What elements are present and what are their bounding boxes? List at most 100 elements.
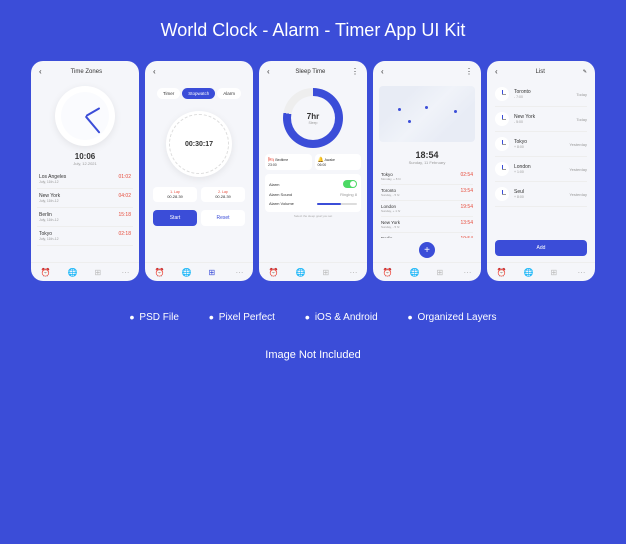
- back-icon[interactable]: ‹: [153, 67, 156, 76]
- city-list: Los AngelesJuly, 11th-1201:02 New YorkJu…: [31, 170, 139, 262]
- list-offset: + 8:00: [514, 195, 564, 199]
- current-time: 10:06: [31, 152, 139, 161]
- more-icon[interactable]: ⋮: [465, 67, 473, 76]
- stopwatch-dial: 00:30:17: [166, 111, 232, 177]
- map-pin: [454, 110, 457, 113]
- city-time: 13:54: [460, 188, 473, 197]
- nav-more-icon[interactable]: ⋯: [122, 268, 130, 276]
- page-title: World Clock - Alarm - Timer App UI Kit: [161, 20, 466, 41]
- nav-alarm-icon[interactable]: ⏰: [269, 268, 277, 276]
- nav-alarm-icon[interactable]: ⏰: [155, 268, 163, 276]
- bedtime-time: 23:00: [268, 163, 309, 167]
- current-date: July, 12.2021: [31, 161, 139, 166]
- footer-note: Image Not Included: [265, 349, 360, 361]
- nav-timer-icon[interactable]: ⊞: [323, 268, 331, 276]
- nav-more-icon[interactable]: ⋯: [578, 268, 586, 276]
- add-fab[interactable]: +: [419, 242, 435, 258]
- world-map[interactable]: [379, 86, 475, 142]
- tab-stopwatch[interactable]: Stopwatch: [182, 88, 215, 99]
- alarm-section: Alarm Alarm SoundRinging 8 Alarm Volume: [265, 174, 361, 212]
- nav-alarm-icon[interactable]: ⏰: [41, 268, 49, 276]
- start-button[interactable]: Start: [153, 210, 197, 226]
- list-item[interactable]: Toronto- 7:00Today: [495, 82, 587, 107]
- sleep-ring[interactable]: 7hr Sleep: [283, 88, 343, 148]
- world-city-row[interactable]: LondonSunday, + 1 hr19:54: [381, 201, 473, 217]
- main-date: Sunday, 11 February: [373, 160, 481, 165]
- list-item[interactable]: New York- 5:00Today: [495, 107, 587, 132]
- city-detail: Sunday, - 5 hr: [381, 225, 400, 229]
- city-row[interactable]: New YorkJuly, 11th-1204:02: [37, 189, 133, 208]
- tab-alarm[interactable]: Alarm: [217, 88, 241, 99]
- add-button[interactable]: Add: [495, 240, 587, 256]
- nav-clock-icon[interactable]: 🌐: [524, 268, 532, 276]
- mini-clock-icon: [495, 162, 509, 176]
- feature-item: PSD File: [130, 309, 179, 325]
- alarm-toggle[interactable]: [343, 180, 357, 188]
- bedtime-label: Bedtime: [275, 158, 288, 162]
- nav-timer-icon[interactable]: ⊞: [95, 268, 103, 276]
- world-city-row[interactable]: BerlinSunday, + 1 hr19:54: [381, 233, 473, 238]
- edit-icon[interactable]: ✎: [583, 69, 587, 75]
- list-item[interactable]: Tokyo+ 8:00Yesterday: [495, 132, 587, 157]
- back-icon[interactable]: ‹: [495, 67, 498, 76]
- city-row[interactable]: TokyoJuly, 11th-1202:18: [37, 227, 133, 246]
- screen-stopwatch: ‹ Timer Stopwatch Alarm 00:30:17 1. Lap0…: [145, 61, 253, 281]
- nav-clock-icon[interactable]: 🌐: [296, 268, 304, 276]
- nav-clock-icon[interactable]: 🌐: [68, 268, 76, 276]
- city-date: July, 11th-12: [39, 199, 60, 203]
- nav-more-icon[interactable]: ⋯: [350, 268, 358, 276]
- nav-more-icon[interactable]: ⋯: [236, 268, 244, 276]
- tab-timer[interactable]: Timer: [157, 88, 180, 99]
- city-time: 04:02: [118, 193, 131, 203]
- nav-alarm-icon[interactable]: ⏰: [497, 268, 505, 276]
- city-date: July, 11th-12: [39, 218, 59, 222]
- city-time: 01:02: [118, 174, 131, 184]
- reset-button[interactable]: Reset: [201, 210, 245, 226]
- back-icon[interactable]: ‹: [381, 67, 384, 76]
- nav-alarm-icon[interactable]: ⏰: [383, 268, 391, 276]
- city-row[interactable]: Los AngelesJuly, 11th-1201:02: [37, 170, 133, 189]
- list-offset: + 1:00: [514, 170, 564, 174]
- nav-timer-icon[interactable]: ⊞: [551, 268, 559, 276]
- back-icon[interactable]: ‹: [39, 67, 42, 76]
- list-offset: + 8:00: [514, 145, 564, 149]
- screen-list: ‹ List ✎ Toronto- 7:00Today New York- 5:…: [487, 61, 595, 281]
- screen-worldclock: ‹ ⋮ 18:54 Sunday, 11 February TokyoMonda…: [373, 61, 481, 281]
- lap-item[interactable]: 1. Lap00.28.39: [153, 187, 197, 202]
- volume-slider[interactable]: [317, 203, 357, 205]
- sound-value[interactable]: Ringing 8: [340, 192, 357, 197]
- world-city-row[interactable]: New YorkSunday, - 5 hr13:54: [381, 217, 473, 233]
- main-time: 18:54: [373, 150, 481, 160]
- nav-timer-icon[interactable]: ⊞: [209, 268, 217, 276]
- city-detail: Sunday, - 5 hr: [381, 193, 400, 197]
- back-icon[interactable]: ‹: [267, 67, 270, 76]
- more-icon[interactable]: ⋮: [351, 67, 359, 76]
- list-day: Yesterday: [569, 142, 587, 147]
- lap-item[interactable]: 2. Lap00.28.39: [201, 187, 245, 202]
- lap-time: 00.28.39: [156, 194, 194, 199]
- list-day: Today: [576, 92, 587, 97]
- mini-clock-icon: [495, 137, 509, 151]
- awake-time: 06:00: [318, 163, 359, 167]
- sleep-hours: 7hr: [307, 112, 319, 121]
- tabs: Timer Stopwatch Alarm: [145, 82, 253, 105]
- map-pin: [425, 106, 428, 109]
- nav-clock-icon[interactable]: 🌐: [182, 268, 190, 276]
- list-item[interactable]: London+ 1:00Yesterday: [495, 157, 587, 182]
- bedtime-card[interactable]: 🛏 Bedtime23:00: [265, 154, 312, 170]
- awake-card[interactable]: 🔔 Awake06:00: [315, 154, 362, 170]
- city-row[interactable]: BerlinJuly, 11th-1215:18: [37, 208, 133, 227]
- list-item[interactable]: Seul+ 8:00Yesterday: [495, 182, 587, 207]
- city-time: 15:18: [118, 212, 131, 222]
- nav-more-icon[interactable]: ⋯: [464, 268, 472, 276]
- world-city-row[interactable]: TokyoMonday, + 8 hr02:54: [381, 169, 473, 185]
- sleep-label: Sleep: [307, 121, 319, 125]
- city-time: 02:18: [118, 231, 131, 241]
- nav-clock-icon[interactable]: 🌐: [410, 268, 418, 276]
- city-detail: Monday, + 8 hr: [381, 177, 401, 181]
- screen-title: List: [536, 69, 545, 75]
- world-city-row[interactable]: TorontoSunday, - 5 hr13:54: [381, 185, 473, 201]
- city-time: 19:54: [460, 204, 473, 213]
- bottom-nav: ⏰ 🌐 ⊞ ⋯: [145, 262, 253, 281]
- nav-timer-icon[interactable]: ⊞: [437, 268, 445, 276]
